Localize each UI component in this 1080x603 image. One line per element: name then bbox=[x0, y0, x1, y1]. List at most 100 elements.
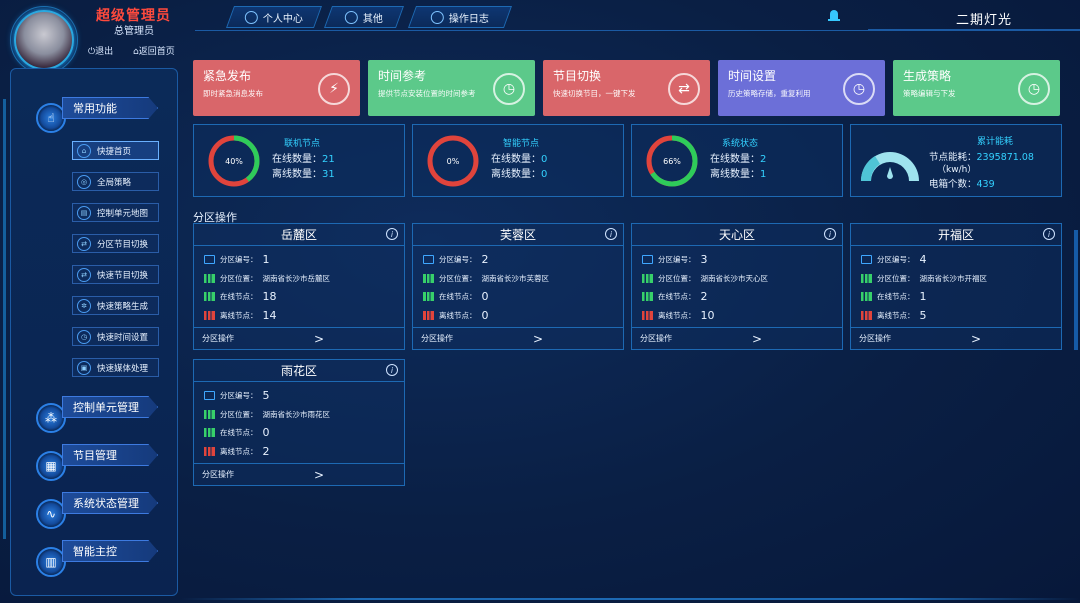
chevron-right-icon: > bbox=[313, 467, 324, 482]
zone-online: 2 bbox=[700, 290, 708, 303]
zone-name: 雨花区 bbox=[280, 364, 317, 378]
gear-icon: ✲ bbox=[77, 298, 91, 313]
zone-label: 分区编号： bbox=[220, 255, 258, 264]
online-icon bbox=[642, 292, 653, 301]
zone-label: 在线节点： bbox=[658, 292, 696, 301]
zone-label: 分区编号： bbox=[658, 255, 696, 264]
energy-unit: （kw/h） bbox=[937, 165, 977, 175]
online-icon bbox=[861, 292, 872, 301]
tile-time-reference[interactable]: 时间参考 提供节点安装位置的时间参考 ◷ bbox=[368, 60, 535, 116]
zone-online: 0 bbox=[262, 426, 270, 439]
zone-offline-row: 离线节点： 0 bbox=[423, 309, 489, 322]
avatar[interactable] bbox=[10, 6, 78, 74]
stat-title: 累计能耗 bbox=[977, 137, 1014, 147]
zone-header: 开福区 bbox=[851, 224, 1061, 246]
tile-time-settings[interactable]: 时间设置 历史策略存储，重复利用 ◷ bbox=[718, 60, 885, 116]
sidebar-item-zone-program[interactable]: ⇄ 分区节目切换 bbox=[72, 234, 159, 253]
zone-label: 离线节点： bbox=[439, 311, 477, 320]
sidebar-item-quick-program[interactable]: ⇄ 快速节目切换 bbox=[72, 265, 159, 284]
info-icon[interactable]: i bbox=[386, 364, 398, 376]
chevron-right-icon: > bbox=[751, 331, 762, 346]
zone-card: 天心区 i 分区编号： 3 分区位置： 湖南省长沙市天心区 在线节点： 2 离线节点：… bbox=[631, 223, 843, 350]
zone-operation-button[interactable]: 分区操作 > bbox=[194, 463, 404, 485]
header-divider bbox=[195, 30, 1080, 31]
more-icon bbox=[345, 10, 358, 24]
zone-operation-button[interactable]: 分区操作 > bbox=[194, 327, 404, 349]
stat-value: 21 bbox=[322, 154, 335, 165]
donut-percent: 66% bbox=[663, 157, 681, 166]
sidebar-item-quick-strategy[interactable]: ✲ 快速策略生成 bbox=[72, 296, 159, 315]
sidebar-item-global-strategy[interactable]: ◎ 全局策略 bbox=[72, 172, 159, 191]
sidebar-item-quick-home[interactable]: ⌂ 快捷首页 bbox=[72, 141, 159, 160]
info-icon[interactable]: i bbox=[386, 228, 398, 240]
zone-online-row: 在线节点： 0 bbox=[204, 426, 270, 439]
menu-group-system-status[interactable]: 系统状态管理 bbox=[62, 492, 158, 514]
zone-online-row: 在线节点： 1 bbox=[861, 290, 927, 303]
zone-name: 开福区 bbox=[937, 228, 974, 242]
back-home-link[interactable]: ⌂返回首页 bbox=[133, 44, 175, 57]
stat-value: 31 bbox=[322, 169, 335, 180]
zone-label: 分区位置： bbox=[658, 274, 696, 283]
menu-group-smart-control[interactable]: 智能主控 bbox=[62, 540, 158, 562]
box-count-row: 电箱个数：439 bbox=[929, 176, 995, 190]
zone-operation-button[interactable]: 分区操作 > bbox=[413, 327, 623, 349]
menu-group-control-unit[interactable]: 控制单元管理 bbox=[62, 396, 158, 418]
info-icon[interactable]: i bbox=[605, 228, 617, 240]
stat-label: 离线数量： bbox=[710, 169, 760, 180]
zone-label: 分区位置： bbox=[439, 274, 477, 283]
offline-icon bbox=[204, 311, 215, 320]
zone-offline-row: 离线节点： 2 bbox=[204, 445, 270, 458]
info-icon[interactable]: i bbox=[1043, 228, 1055, 240]
media-icon: ▣ bbox=[77, 360, 91, 375]
zone-operation-label: 分区操作 bbox=[202, 470, 234, 479]
info-icon[interactable]: i bbox=[824, 228, 836, 240]
zone-label: 分区位置： bbox=[220, 274, 258, 283]
zone-label: 分区位置： bbox=[877, 274, 915, 283]
zone-online: 1 bbox=[919, 290, 927, 303]
zone-operation-label: 分区操作 bbox=[640, 334, 672, 343]
menu-group-program[interactable]: 节目管理 bbox=[62, 444, 158, 466]
zone-online: 0 bbox=[481, 290, 489, 303]
zone-operation-button[interactable]: 分区操作 > bbox=[632, 327, 842, 349]
chip-icon: ▥ bbox=[36, 547, 66, 577]
tile-generate-strategy[interactable]: 生成策略 策略编辑与下发 ◷ bbox=[893, 60, 1060, 116]
nav-other[interactable]: 其他 bbox=[323, 6, 405, 28]
gauge-icon bbox=[860, 152, 919, 181]
zone-name: 芙蓉区 bbox=[499, 228, 536, 242]
globe-icon: ◎ bbox=[77, 174, 91, 189]
zone-offline: 2 bbox=[262, 445, 270, 458]
zone-operation-label: 分区操作 bbox=[421, 334, 453, 343]
sidebar-item-quick-media[interactable]: ▣ 快速媒体处理 bbox=[72, 358, 159, 377]
menu-group-common[interactable]: 常用功能 bbox=[62, 97, 158, 119]
zone-location-row: 分区位置： 湖南省长沙市芙蓉区 bbox=[423, 273, 549, 284]
zone-location: 湖南省长沙市天心区 bbox=[700, 274, 769, 283]
zone-location-row: 分区位置： 湖南省长沙市开福区 bbox=[861, 273, 987, 284]
nav-operation-log[interactable]: 操作日志 bbox=[407, 6, 513, 28]
offline-icon bbox=[642, 311, 653, 320]
zone-id: 5 bbox=[262, 389, 270, 402]
stat-offline-row: 离线数量：0 bbox=[491, 165, 547, 180]
tile-emergency-publish[interactable]: 紧急发布 即时紧急消息发布 ⚡ bbox=[193, 60, 360, 116]
zone-label: 分区编号： bbox=[220, 391, 258, 400]
menu-group-label: 控制单元管理 bbox=[73, 401, 139, 414]
logout-link[interactable]: ⏻退出 bbox=[88, 44, 113, 57]
zone-label: 离线节点： bbox=[877, 311, 915, 320]
online-icon bbox=[423, 292, 434, 301]
online-icon bbox=[204, 428, 215, 437]
zone-operation-button[interactable]: 分区操作 > bbox=[851, 327, 1061, 349]
pulse-icon: ∿ bbox=[36, 499, 66, 529]
stat-label: 在线数量： bbox=[491, 154, 541, 165]
clock-pin-icon: ◷ bbox=[493, 73, 525, 105]
id-icon bbox=[204, 391, 215, 400]
sidebar-item-quick-time[interactable]: ◷ 快速时间设置 bbox=[72, 327, 159, 346]
zone-location-row: 分区位置： 湖南省长沙市雨花区 bbox=[204, 409, 330, 420]
stat-label: 在线数量： bbox=[272, 154, 322, 165]
tile-program-switch[interactable]: 节目切换 快速切换节目，一键下发 ⇄ bbox=[543, 60, 710, 116]
energy-value: 2395871.08 bbox=[976, 152, 1034, 163]
sidebar-item-control-map[interactable]: ▤ 控制单元地图 bbox=[72, 203, 159, 222]
zone-card: 雨花区 i 分区编号： 5 分区位置： 湖南省长沙市雨花区 在线节点： 0 离线节点：… bbox=[193, 359, 405, 486]
chevron-right-icon: > bbox=[970, 331, 981, 346]
nav-personal-center[interactable]: 个人中心 bbox=[225, 6, 323, 28]
stat-offline-row: 离线数量：1 bbox=[710, 165, 766, 180]
network-icon: ⁂ bbox=[36, 403, 66, 433]
